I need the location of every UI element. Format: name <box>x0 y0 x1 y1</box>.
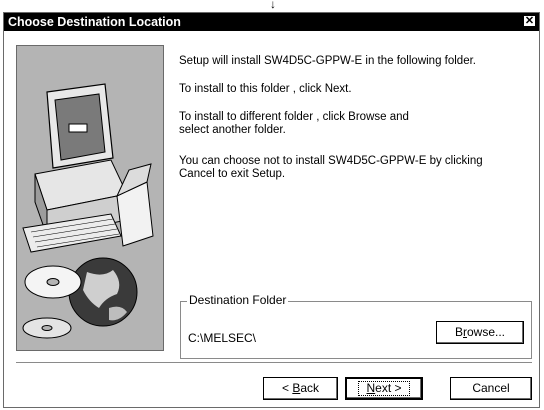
browse-instruction-line-2: select another folder. <box>179 124 286 136</box>
destination-path: C:\MELSEC\ <box>188 331 257 345</box>
dialog-title: Choose Destination Location <box>8 15 181 29</box>
setup-illustration <box>16 45 164 351</box>
cancel-button[interactable]: Cancel <box>450 377 532 400</box>
button-separator <box>16 362 532 364</box>
next-button[interactable]: Next > <box>345 377 423 400</box>
back-label-prefix: < <box>281 381 293 395</box>
next-label-mnemonic: N <box>366 381 376 395</box>
destination-folder-group: Destination Folder C:\MELSEC\ Browse... <box>180 293 532 359</box>
intro-text: Setup will install SW4D5C-GPPW-E in the … <box>179 55 476 67</box>
destination-folder-label: Destination Folder <box>187 293 289 307</box>
browse-instruction-text: To install to different folder , click B… <box>179 111 529 137</box>
back-label-suffix: ack <box>300 381 320 395</box>
computer-cd-illustration <box>17 46 163 350</box>
browse-button[interactable]: Browse... <box>436 321 524 344</box>
browse-label-suffix: owse... <box>467 325 506 339</box>
close-icon[interactable]: ✕ <box>523 15 536 27</box>
cancel-instruction-line-1: You can choose not to install SW4D5C-GPP… <box>179 155 483 167</box>
browse-instruction-line-1: To install to different folder , click B… <box>179 111 409 123</box>
cancel-instruction-line-2: Cancel to exit Setup. <box>179 168 286 180</box>
title-bar: Choose Destination Location ✕ <box>4 13 539 31</box>
setup-dialog: Choose Destination Location ✕ Setup will… <box>3 12 540 408</box>
next-focus-ring: Next > <box>358 381 410 396</box>
cancel-instruction-text: You can choose not to install SW4D5C-GPP… <box>179 155 529 181</box>
browse-label-prefix: B <box>454 325 463 339</box>
down-arrow-icon: ↓ <box>270 0 276 11</box>
next-instruction-text: To install to this folder , click Next. <box>179 83 352 95</box>
back-button[interactable]: < Back <box>263 377 338 400</box>
next-label-suffix: ext > <box>375 381 402 395</box>
